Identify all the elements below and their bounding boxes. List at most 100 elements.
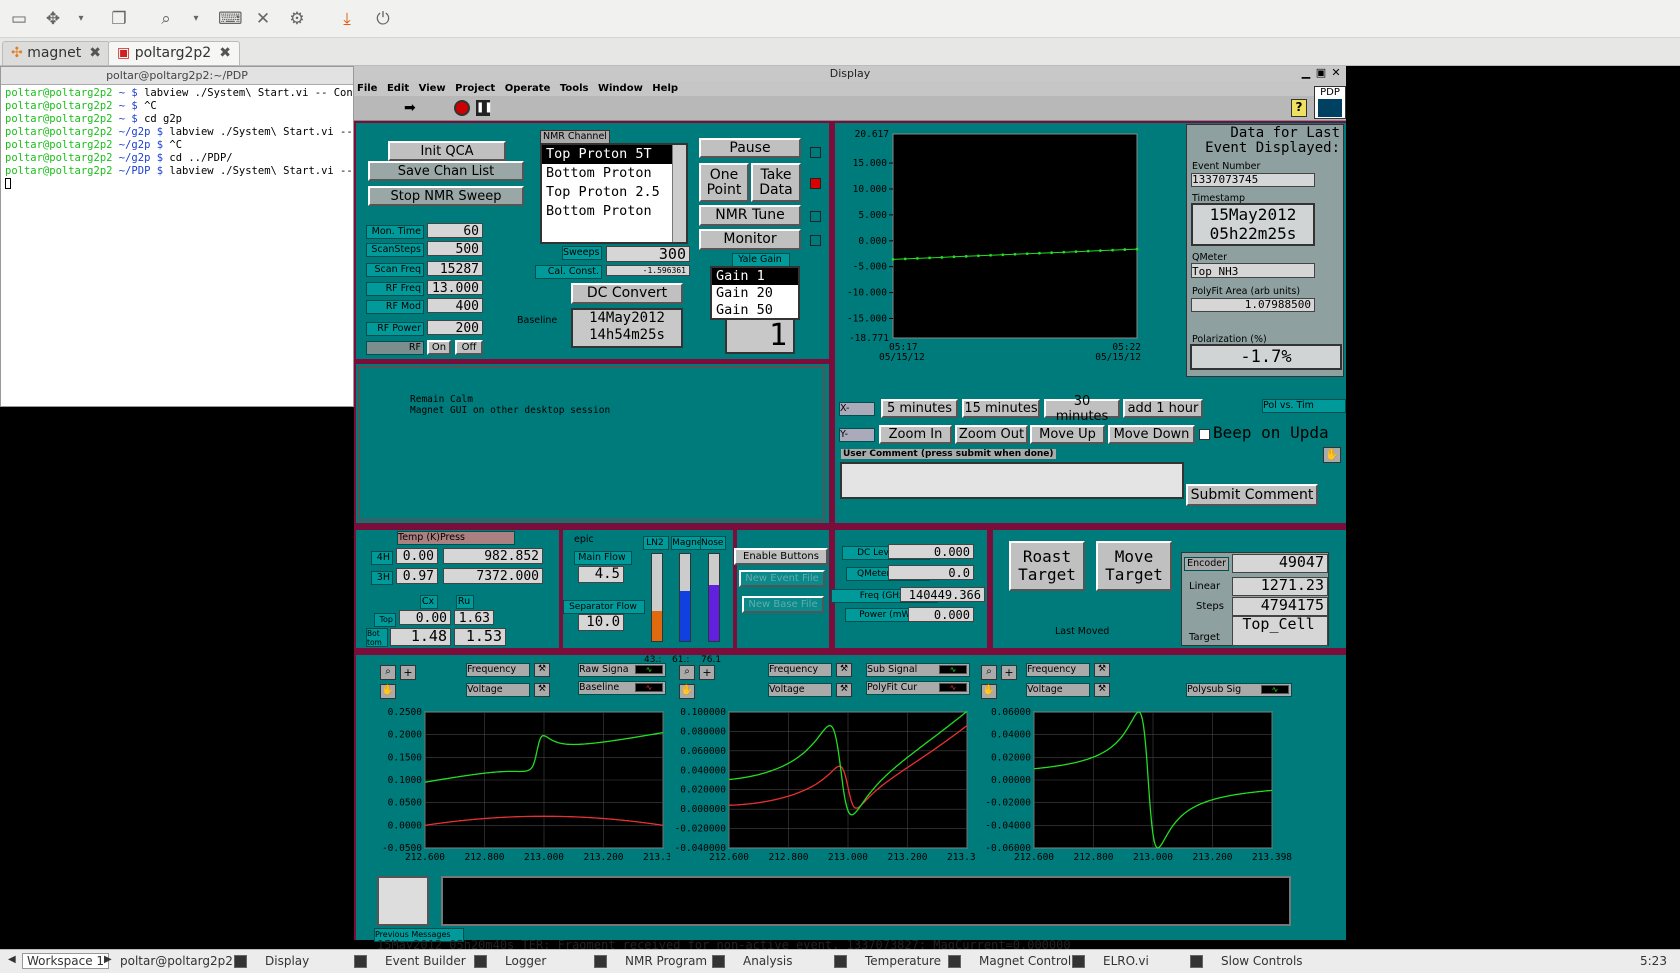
axis-format-icon[interactable]: ⚒	[1094, 683, 1110, 697]
pause-icon[interactable]: ❚❚	[476, 100, 493, 116]
window-icon[interactable]: ▭	[8, 8, 30, 30]
stop-nmr-sweep-button[interactable]: Stop NMR Sweep	[368, 186, 524, 206]
axis-format-icon[interactable]: ⚒	[836, 663, 852, 677]
close-icon[interactable]: ✕	[1330, 66, 1342, 80]
task-item[interactable]: Event Builder	[354, 954, 466, 968]
nmr-channel-item[interactable]: Top Proton 2.5	[542, 183, 686, 202]
nmr-channel-item[interactable]: Bottom Proton	[542, 202, 686, 221]
crosshair-icon[interactable]: +	[699, 665, 715, 680]
new-event-file-button[interactable]: New Event File	[739, 570, 825, 587]
task-item[interactable]: NMR Program	[594, 954, 707, 968]
y-scale-button[interactable]: Zoom Out	[955, 425, 1028, 444]
list-scrollbar[interactable]	[672, 145, 686, 242]
workspace-switcher[interactable]: Workspace 1	[22, 953, 110, 969]
axis-format-icon[interactable]: ⚒	[836, 683, 852, 697]
zoom-icon[interactable]: ⌕	[380, 665, 396, 680]
take-data-button[interactable]: Take Data	[751, 163, 801, 202]
hand-icon[interactable]: ✋	[981, 684, 997, 699]
dc-convert-button[interactable]: DC Convert	[571, 283, 683, 304]
legend-item[interactable]: Baseline ∿	[578, 681, 666, 695]
help-icon[interactable]: ?	[1291, 99, 1307, 117]
terminal-window[interactable]: poltar@poltarg2p2:~/PDP poltar@poltarg2p…	[0, 66, 354, 407]
chevron-down-icon[interactable]: ▾	[190, 8, 202, 30]
copy-icon[interactable]: ❐	[108, 8, 130, 30]
gears-icon[interactable]: ⚙	[286, 8, 308, 30]
menu-edit[interactable]: Edit	[387, 83, 409, 94]
param-value[interactable]: 13.000	[427, 280, 483, 296]
nmr-channel-item[interactable]: Bottom Proton	[542, 164, 686, 183]
axis-voltage[interactable]: Voltage	[1026, 683, 1090, 697]
param-value[interactable]: 15287	[427, 261, 483, 277]
task-item[interactable]: poltar@poltarg2p2:	[120, 954, 237, 968]
menu-project[interactable]: Project	[455, 83, 495, 94]
axis-format-icon[interactable]: ⚒	[1094, 663, 1110, 677]
task-item[interactable]: Temperature	[834, 954, 941, 968]
roast-target-button[interactable]: Roast Target	[1009, 541, 1085, 591]
crosshair-icon[interactable]: +	[400, 665, 416, 680]
yale-gain-list[interactable]: Gain 1 Gain 20 Gain 50	[710, 266, 800, 320]
param-value[interactable]: 500	[427, 241, 483, 257]
nmr-tune-button[interactable]: NMR Tune	[699, 205, 801, 226]
init-qca-button[interactable]: Init QCA	[388, 141, 506, 161]
axis-frequency[interactable]: Frequency	[466, 663, 530, 677]
search-icon[interactable]: ⌕	[155, 8, 177, 30]
x-range-button[interactable]: 5 minutes	[881, 399, 958, 418]
x-range-button[interactable]: add 1 hour	[1123, 399, 1203, 418]
menu-operate[interactable]: Operate	[505, 83, 551, 94]
axis-format-icon[interactable]: ⚒	[534, 683, 550, 697]
tab-magnet[interactable]: ✣ magnet ✖	[2, 41, 111, 65]
axis-frequency[interactable]: Frequency	[1026, 663, 1090, 677]
zoom-icon[interactable]: ⌕	[679, 665, 695, 680]
gain-item[interactable]: Gain 50	[712, 302, 798, 319]
pause-button[interactable]: Pause	[699, 138, 801, 158]
zoom-icon[interactable]: ⌕	[981, 665, 997, 680]
monitor-button[interactable]: Monitor	[699, 229, 801, 250]
x-range-button[interactable]: 30 minutes	[1044, 394, 1120, 424]
move-icon[interactable]: ✥	[42, 8, 64, 30]
task-item[interactable]: ELRO.vi	[1072, 954, 1149, 968]
save-chan-list-button[interactable]: Save Chan List	[368, 161, 524, 181]
abort-icon[interactable]	[454, 100, 470, 116]
menu-view[interactable]: View	[419, 83, 446, 94]
axis-voltage[interactable]: Voltage	[466, 683, 530, 697]
plug-icon[interactable]: ⏻	[372, 8, 394, 30]
enable-buttons-button[interactable]: Enable Buttons	[734, 548, 828, 565]
run-arrow-icon[interactable]: ➡	[404, 100, 416, 116]
hand-icon[interactable]: ✋	[1323, 447, 1341, 463]
gain-item[interactable]: Gain 1	[712, 268, 798, 285]
maximize-icon[interactable]: ▣	[1315, 66, 1327, 80]
axis-frequency[interactable]: Frequency	[768, 663, 832, 677]
close-icon[interactable]: ✖	[89, 45, 101, 61]
keyboard-icon[interactable]: ⌨	[218, 8, 243, 30]
close-icon[interactable]: ✖	[219, 45, 231, 61]
axis-format-icon[interactable]: ⚒	[534, 663, 550, 677]
new-base-file-button[interactable]: New Base File	[742, 596, 824, 613]
chevron-down-icon[interactable]: ▾	[75, 8, 87, 30]
param-value[interactable]: 60	[427, 223, 483, 239]
x-range-button[interactable]: 15 minutes	[962, 399, 1040, 418]
comment-input[interactable]	[840, 462, 1184, 499]
param-value[interactable]: 200	[427, 320, 483, 336]
param-value[interactable]: 400	[427, 298, 483, 314]
one-point-button[interactable]: One Point	[699, 163, 749, 202]
task-item[interactable]: Slow Controls	[1190, 954, 1303, 968]
legend-item[interactable]: Raw Signa ∿	[578, 663, 666, 677]
task-item[interactable]: Display	[234, 954, 309, 968]
crosshair-icon[interactable]: +	[1001, 665, 1017, 680]
hand-icon[interactable]: ✋	[679, 684, 695, 699]
task-item[interactable]: Logger	[474, 954, 546, 968]
y-scale-button[interactable]: Zoom In	[879, 425, 952, 444]
task-item[interactable]: Magnet Control	[948, 954, 1071, 968]
download-icon[interactable]: ⤓	[336, 8, 358, 30]
gain-item[interactable]: Gain 20	[712, 285, 798, 302]
menu-tools[interactable]: Tools	[560, 83, 589, 94]
menu-file[interactable]: File	[357, 83, 377, 94]
minimize-icon[interactable]: ▁	[1300, 66, 1312, 80]
rf-on-button[interactable]: On	[427, 340, 451, 355]
workspace-prev-icon[interactable]: ◀	[8, 954, 16, 965]
legend-item[interactable]: PolyFit Cur ∿	[866, 681, 970, 695]
task-item[interactable]: Analysis	[712, 954, 792, 968]
menu-help[interactable]: Help	[652, 83, 678, 94]
tab-poltarg2p2[interactable]: ▣ poltarg2p2 ✖	[108, 41, 240, 65]
legend-item[interactable]: Sub Signal ∿	[866, 663, 970, 677]
